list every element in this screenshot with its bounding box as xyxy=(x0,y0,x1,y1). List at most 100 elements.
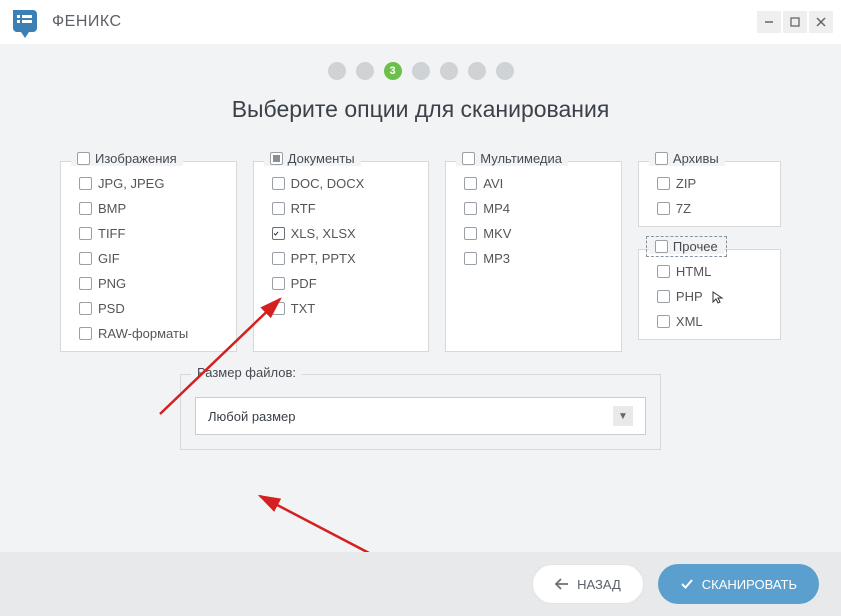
opt-mkv[interactable]: MKV xyxy=(458,226,609,241)
opt-label: TIFF xyxy=(98,226,125,241)
checkbox[interactable] xyxy=(79,177,92,190)
group-images-title[interactable]: Изображения xyxy=(71,151,183,166)
step-2[interactable] xyxy=(356,62,374,80)
opt-gif[interactable]: GIF xyxy=(73,251,224,266)
opt-xml[interactable]: XML xyxy=(651,314,768,329)
opt-label: PDF xyxy=(291,276,317,291)
page-heading: Выберите опции для сканирования xyxy=(40,96,801,123)
checkbox[interactable] xyxy=(79,227,92,240)
checkbox[interactable] xyxy=(272,302,285,315)
opt-label: RAW-форматы xyxy=(98,326,188,341)
opt-zip[interactable]: ZIP xyxy=(651,176,768,191)
opt-label: MKV xyxy=(483,226,511,241)
opt-mp4[interactable]: MP4 xyxy=(458,201,609,216)
opt-mp3[interactable]: MP3 xyxy=(458,251,609,266)
checkbox-multimedia-all[interactable] xyxy=(462,152,475,165)
checkbox[interactable] xyxy=(272,202,285,215)
step-4[interactable] xyxy=(412,62,430,80)
group-multimedia-title[interactable]: Мультимедиа xyxy=(456,151,568,166)
opt-jpg[interactable]: JPG, JPEG xyxy=(73,176,224,191)
opt-html[interactable]: HTML xyxy=(651,264,768,279)
opt-php[interactable]: PHP xyxy=(651,289,768,304)
opt-label: MP3 xyxy=(483,251,510,266)
group-archives-label: Архивы xyxy=(673,151,719,166)
checkbox[interactable] xyxy=(464,252,477,265)
opt-raw[interactable]: RAW-форматы xyxy=(73,326,224,341)
checkbox[interactable] xyxy=(272,277,285,290)
checkbox-xls[interactable] xyxy=(272,227,285,240)
opt-label: RTF xyxy=(291,201,316,216)
checkbox[interactable] xyxy=(79,302,92,315)
group-multimedia: Мультимедиа AVI MP4 MKV MP3 xyxy=(445,161,622,352)
group-images: Изображения JPG, JPEG BMP TIFF GIF PNG P… xyxy=(60,161,237,352)
close-button[interactable] xyxy=(809,11,833,33)
minimize-button[interactable] xyxy=(757,11,781,33)
opt-label: PSD xyxy=(98,301,125,316)
checkbox-archives-all[interactable] xyxy=(655,152,668,165)
group-documents-label: Документы xyxy=(288,151,355,166)
opt-psd[interactable]: PSD xyxy=(73,301,224,316)
checkbox[interactable] xyxy=(657,202,670,215)
opt-avi[interactable]: AVI xyxy=(458,176,609,191)
wizard-stage: 3 Выберите опции для сканирования Изобра… xyxy=(0,44,841,616)
checkbox-images-all[interactable] xyxy=(77,152,90,165)
group-archives-title[interactable]: Архивы xyxy=(649,151,725,166)
opt-txt[interactable]: TXT xyxy=(266,301,417,316)
size-select[interactable]: Любой размер ▼ xyxy=(195,397,646,435)
checkbox[interactable] xyxy=(464,227,477,240)
opt-pdf[interactable]: PDF xyxy=(266,276,417,291)
opt-label: MP4 xyxy=(483,201,510,216)
group-documents-title[interactable]: Документы xyxy=(264,151,361,166)
back-button[interactable]: НАЗАД xyxy=(532,564,644,604)
opt-bmp[interactable]: BMP xyxy=(73,201,224,216)
opt-xls[interactable]: XLS, XLSX xyxy=(266,226,417,241)
checkbox[interactable] xyxy=(464,177,477,190)
opt-label: BMP xyxy=(98,201,126,216)
back-button-label: НАЗАД xyxy=(577,577,621,592)
group-multimedia-label: Мультимедиа xyxy=(480,151,562,166)
step-1[interactable] xyxy=(328,62,346,80)
size-label: Размер файлов: xyxy=(191,365,302,380)
checkbox[interactable] xyxy=(657,315,670,328)
opt-label: AVI xyxy=(483,176,503,191)
scan-button-label: СКАНИРОВАТЬ xyxy=(702,577,797,592)
window-controls xyxy=(757,11,833,33)
checkbox[interactable] xyxy=(657,265,670,278)
opt-rtf[interactable]: RTF xyxy=(266,201,417,216)
opt-doc[interactable]: DOC, DOCX xyxy=(266,176,417,191)
titlebar: ФЕНИКС xyxy=(0,0,841,44)
checkbox[interactable] xyxy=(79,252,92,265)
opt-label: TXT xyxy=(291,301,316,316)
step-3[interactable]: 3 xyxy=(384,62,402,80)
checkbox[interactable] xyxy=(464,202,477,215)
step-number: 3 xyxy=(389,65,395,77)
opt-png[interactable]: PNG xyxy=(73,276,224,291)
opt-label: PHP xyxy=(676,289,703,304)
footer: НАЗАД СКАНИРОВАТЬ xyxy=(0,552,841,616)
opt-label: ZIP xyxy=(676,176,696,191)
checkbox[interactable] xyxy=(272,177,285,190)
scan-button[interactable]: СКАНИРОВАТЬ xyxy=(658,564,819,604)
checkbox[interactable] xyxy=(657,290,670,303)
arrow-left-icon xyxy=(555,578,569,590)
group-other-title[interactable]: Прочее xyxy=(649,239,724,254)
checkbox[interactable] xyxy=(79,277,92,290)
checkbox[interactable] xyxy=(657,177,670,190)
maximize-button[interactable] xyxy=(783,11,807,33)
checkbox-documents-all[interactable] xyxy=(270,152,283,165)
size-select-value: Любой размер xyxy=(208,409,296,424)
opt-label: HTML xyxy=(676,264,711,279)
step-5[interactable] xyxy=(440,62,458,80)
opt-7z[interactable]: 7Z xyxy=(651,201,768,216)
checkbox[interactable] xyxy=(79,327,92,340)
group-other: Прочее HTML PHP XML xyxy=(638,249,781,340)
opt-tiff[interactable]: TIFF xyxy=(73,226,224,241)
step-7[interactable] xyxy=(496,62,514,80)
checkbox[interactable] xyxy=(79,202,92,215)
checkbox[interactable] xyxy=(272,252,285,265)
check-icon xyxy=(680,578,694,590)
opt-label: PNG xyxy=(98,276,126,291)
step-6[interactable] xyxy=(468,62,486,80)
opt-ppt[interactable]: PPT, PPTX xyxy=(266,251,417,266)
checkbox-other-all[interactable] xyxy=(655,240,668,253)
